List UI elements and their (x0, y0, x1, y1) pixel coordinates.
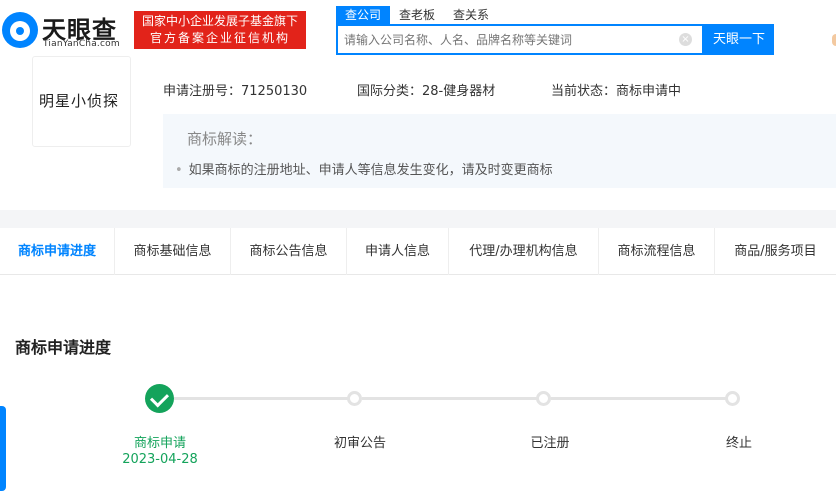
search-tabs: 查公司 查老板 查关系 (336, 6, 498, 24)
badge-line-2: 官方备案企业征信机构 (149, 31, 290, 45)
progress-line (174, 397, 349, 400)
international-class: 国际分类：28-健身器材 (357, 84, 496, 99)
logo[interactable]: 天眼查 TianYanCha.com (2, 8, 128, 52)
search-box: × (336, 24, 704, 55)
logo-url: TianYanCha.com (43, 39, 120, 49)
progress-line (362, 397, 538, 400)
avatar[interactable] (832, 34, 836, 46)
step-date-application: 2023-04-28 (122, 452, 198, 467)
interpretation-text: 如果商标的注册地址、申请人等信息发生变化，请及时变更商标 (175, 159, 553, 178)
search-tab-relation[interactable]: 查关系 (444, 6, 498, 24)
eye-logo-icon (2, 12, 38, 48)
floating-side-tab[interactable] (0, 406, 6, 491)
step-label-application: 商标申请 (133, 436, 186, 451)
section-divider (0, 210, 836, 228)
official-badge: 国家中小企业发展子基金旗下 官方备案企业征信机构 (134, 11, 306, 49)
interpretation-title: 商标解读： (187, 130, 263, 148)
badge-line-1: 国家中小企业发展子基金旗下 (141, 14, 298, 28)
tab-basic-info[interactable]: 商标基础信息 (115, 228, 231, 275)
step-pending-dot (347, 391, 362, 406)
tab-process[interactable]: 商标流程信息 (599, 228, 715, 275)
tab-application-progress[interactable]: 商标申请进度 (0, 228, 115, 275)
tab-announcement[interactable]: 商标公告信息 (231, 228, 347, 275)
step-label-registered: 已注册 (530, 436, 570, 451)
tab-applicant[interactable]: 申请人信息 (347, 228, 449, 275)
search-tab-boss[interactable]: 查老板 (390, 6, 444, 24)
step-label-terminated: 终止 (725, 436, 752, 451)
step-complete-check-icon (145, 384, 174, 413)
step-label-preliminary: 初审公告 (333, 436, 386, 451)
progress-line (551, 397, 727, 400)
interpretation-panel: 商标解读： 如果商标的注册地址、申请人等信息发生变化，请及时变更商标 (163, 114, 836, 188)
search-tab-company[interactable]: 查公司 (336, 6, 391, 24)
trademark-name: 明星小侦探 (39, 92, 120, 110)
tab-goods-services[interactable]: 商品/服务项目 (715, 228, 836, 275)
clear-icon[interactable]: × (679, 33, 692, 46)
search-button[interactable]: 天眼一下 (704, 24, 774, 55)
tab-agency[interactable]: 代理/办理机构信息 (449, 228, 599, 275)
search-input[interactable] (344, 30, 674, 50)
step-pending-dot (536, 391, 551, 406)
registration-number: 申请注册号：71250130 (163, 84, 308, 99)
detail-tabs: 商标申请进度 商标基础信息 商标公告信息 申请人信息 代理/办理机构信息 商标流… (0, 228, 836, 275)
top-header: 天眼查 TianYanCha.com 国家中小企业发展子基金旗下 官方备案企业征… (0, 0, 836, 62)
step-pending-dot (725, 391, 740, 406)
progress-section-title: 商标申请进度 (15, 338, 112, 357)
current-status: 当前状态：商标申请中 (551, 84, 682, 99)
